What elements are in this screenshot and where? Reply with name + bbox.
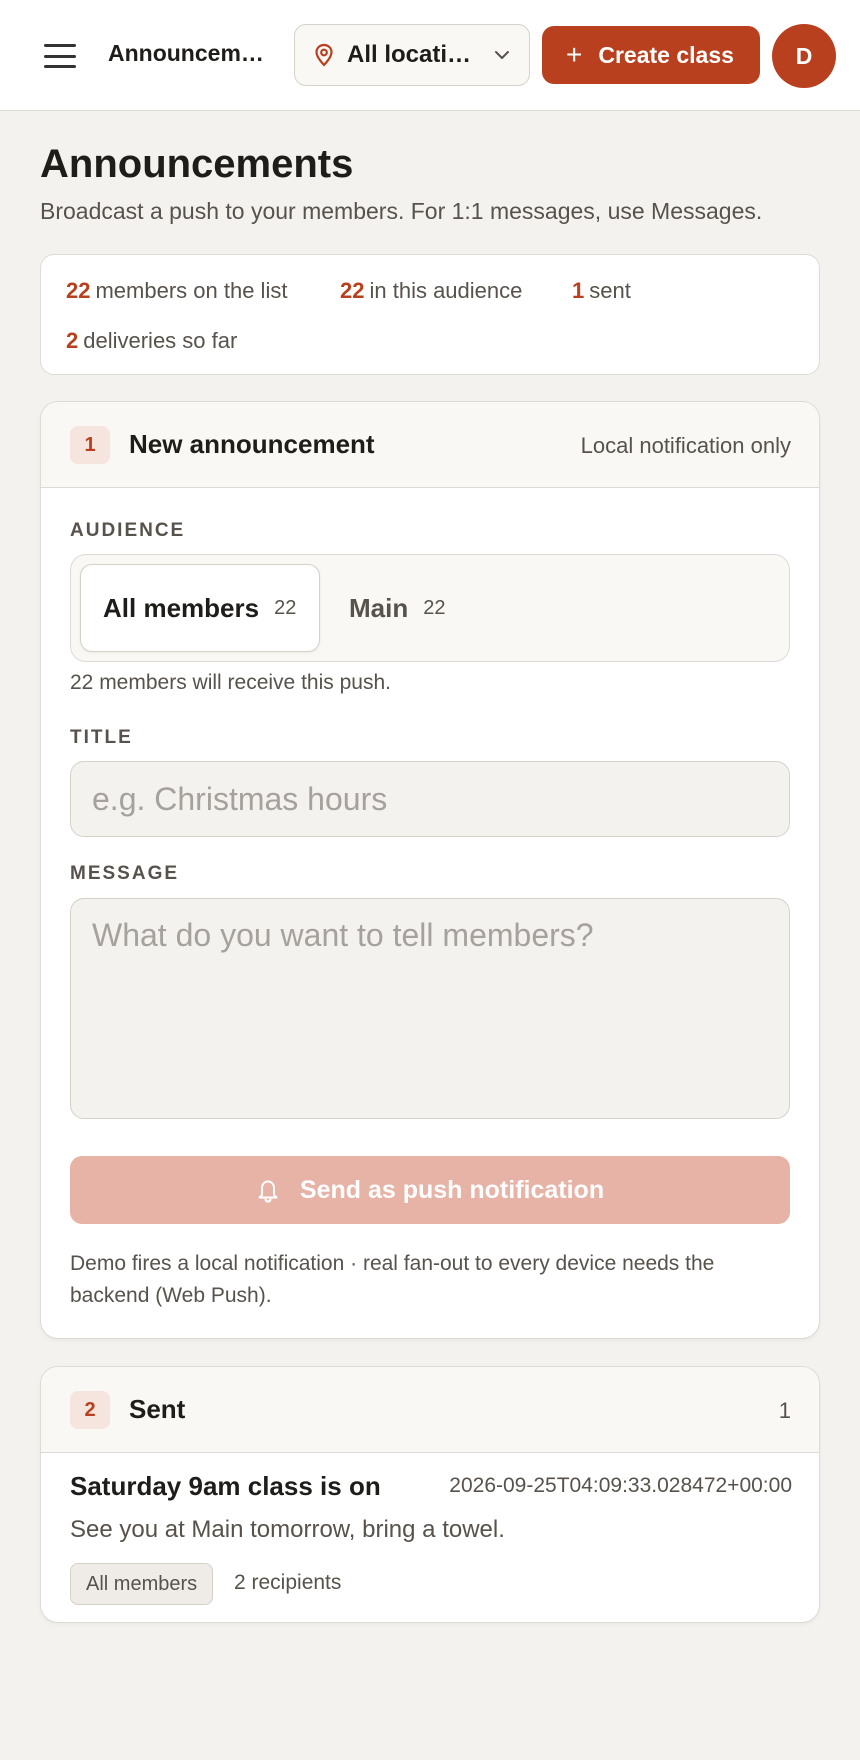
stat-members-on-list: 22 members on the list: [66, 278, 287, 304]
stat-value: 1: [572, 278, 585, 303]
stat-value: 22: [66, 278, 91, 303]
step-badge: 1: [70, 426, 110, 464]
card-meta: Local notification only: [580, 433, 791, 458]
audience-tag: All members: [70, 1563, 214, 1605]
audience-option-all-members[interactable]: All members 22: [80, 564, 320, 652]
audience-option-main[interactable]: Main 22: [327, 564, 467, 652]
announcement-body: See you at Main tomorrow, bring a towel.: [70, 1516, 505, 1543]
send-push-label: Send as push notification: [299, 1175, 605, 1204]
card-header: 1 New announcement Local notification on…: [41, 402, 819, 488]
card-title: Sent: [129, 1394, 186, 1424]
audience-helper-text: 22 members will receive this push.: [70, 671, 391, 694]
title-label: TITLE: [70, 727, 133, 748]
stat-deliveries: 2 deliveries so far: [66, 328, 237, 354]
map-pin-icon: [315, 43, 333, 67]
stat-label: sent: [589, 278, 631, 303]
top-bar: Announcements All locations + Create cla…: [0, 0, 860, 111]
location-select-label: All locations: [347, 41, 485, 68]
audience-option-label: All members: [103, 592, 260, 623]
announcement-title: Saturday 9am class is on: [70, 1471, 381, 1501]
stat-in-audience: 22 in this audience: [340, 278, 522, 304]
audience-label: AUDIENCE: [70, 520, 186, 541]
stat-value: 2: [66, 328, 79, 353]
menu-icon[interactable]: [40, 38, 80, 74]
stats-panel: 22 members on the list 22 in this audience…: [40, 254, 820, 375]
recipient-count: 2 recipients: [234, 1571, 342, 1594]
create-class-label: Create class: [598, 41, 734, 68]
message-textarea[interactable]: [70, 898, 790, 1119]
stat-label: in this audience: [369, 278, 523, 303]
new-announcement-card: 1 New announcement Local notification on…: [40, 401, 820, 1339]
avatar[interactable]: D: [772, 24, 836, 88]
step-badge: 2: [70, 1391, 110, 1429]
location-select[interactable]: All locations: [294, 24, 530, 86]
card-title: New announcement: [129, 429, 375, 459]
page-title: Announcements: [40, 142, 354, 186]
stat-sent: 1 sent: [572, 278, 631, 304]
audience-option-label: Main: [349, 592, 409, 623]
demo-note: Demo fires a local notification · real f…: [70, 1252, 715, 1307]
sent-count: 1: [778, 1398, 791, 1423]
audience-segmented-control: All members 22 Main 22: [70, 554, 790, 662]
card-header: 2 Sent 1: [41, 1367, 819, 1453]
announcement-timestamp: 2026-09-25T04:09:33.028472+00:00: [449, 1474, 792, 1497]
audience-option-count: 22: [423, 596, 446, 619]
audience-option-count: 22: [274, 596, 297, 619]
stat-label: members on the list: [95, 278, 288, 303]
top-bar-title: Announcements: [108, 40, 274, 66]
sent-card: 2 Sent 1 Saturday 9am class is on 2026-0…: [40, 1366, 820, 1623]
stat-value: 22: [340, 278, 365, 303]
message-label: MESSAGE: [70, 863, 180, 884]
create-class-button[interactable]: + Create class: [542, 26, 760, 84]
stat-label: deliveries so far: [83, 328, 238, 353]
plus-icon: +: [566, 39, 583, 70]
chevron-down-icon: [495, 51, 509, 59]
page-subtitle: Broadcast a push to your members. For 1:…: [40, 198, 763, 224]
bell-icon: [258, 1180, 278, 1203]
title-input[interactable]: [70, 761, 790, 837]
send-push-button[interactable]: Send as push notification: [70, 1156, 790, 1224]
